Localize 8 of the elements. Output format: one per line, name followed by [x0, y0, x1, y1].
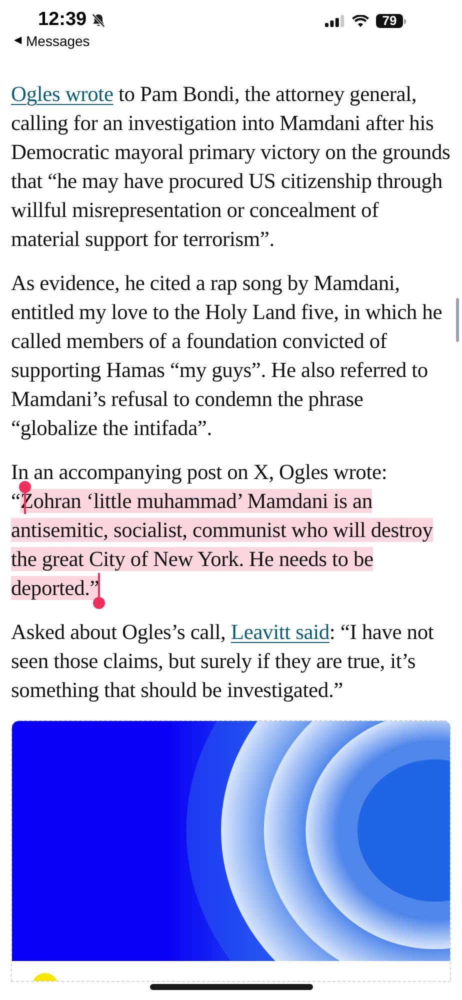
article-link[interactable]: Leavitt said	[230, 620, 330, 644]
article-paragraph: As evidence, he cited a rap song by Mamdani, entitled my love to the Holy Land five, in which he called members of a foundation convicted of supporting Hamas “my guys”. He also referred to Mamdani’s refusal to condemn the phrase “globalize the intifada”.	[11, 270, 444, 442]
article-paragraph: Asked about Ogles’s call, Leavitt said: “I have not seen those claims, but surely if they are true, it’s something that should be investigated.”	[11, 619, 435, 704]
article-link[interactable]: Ogles wrote	[11, 82, 114, 106]
back-link[interactable]: ◀ Messages	[14, 32, 106, 50]
article-paragraph: Ogles wrote to Pam Bondi, the attorney general, calling for an investigation into Mamdani after his Democratic mayoral primary victory on the grounds that “he may have procured US citizenship through willful misrepresentation or concealment of material support for terrorism”.	[11, 81, 451, 253]
battery-level: 79	[376, 14, 403, 28]
clock-time: 12:39	[38, 8, 87, 32]
